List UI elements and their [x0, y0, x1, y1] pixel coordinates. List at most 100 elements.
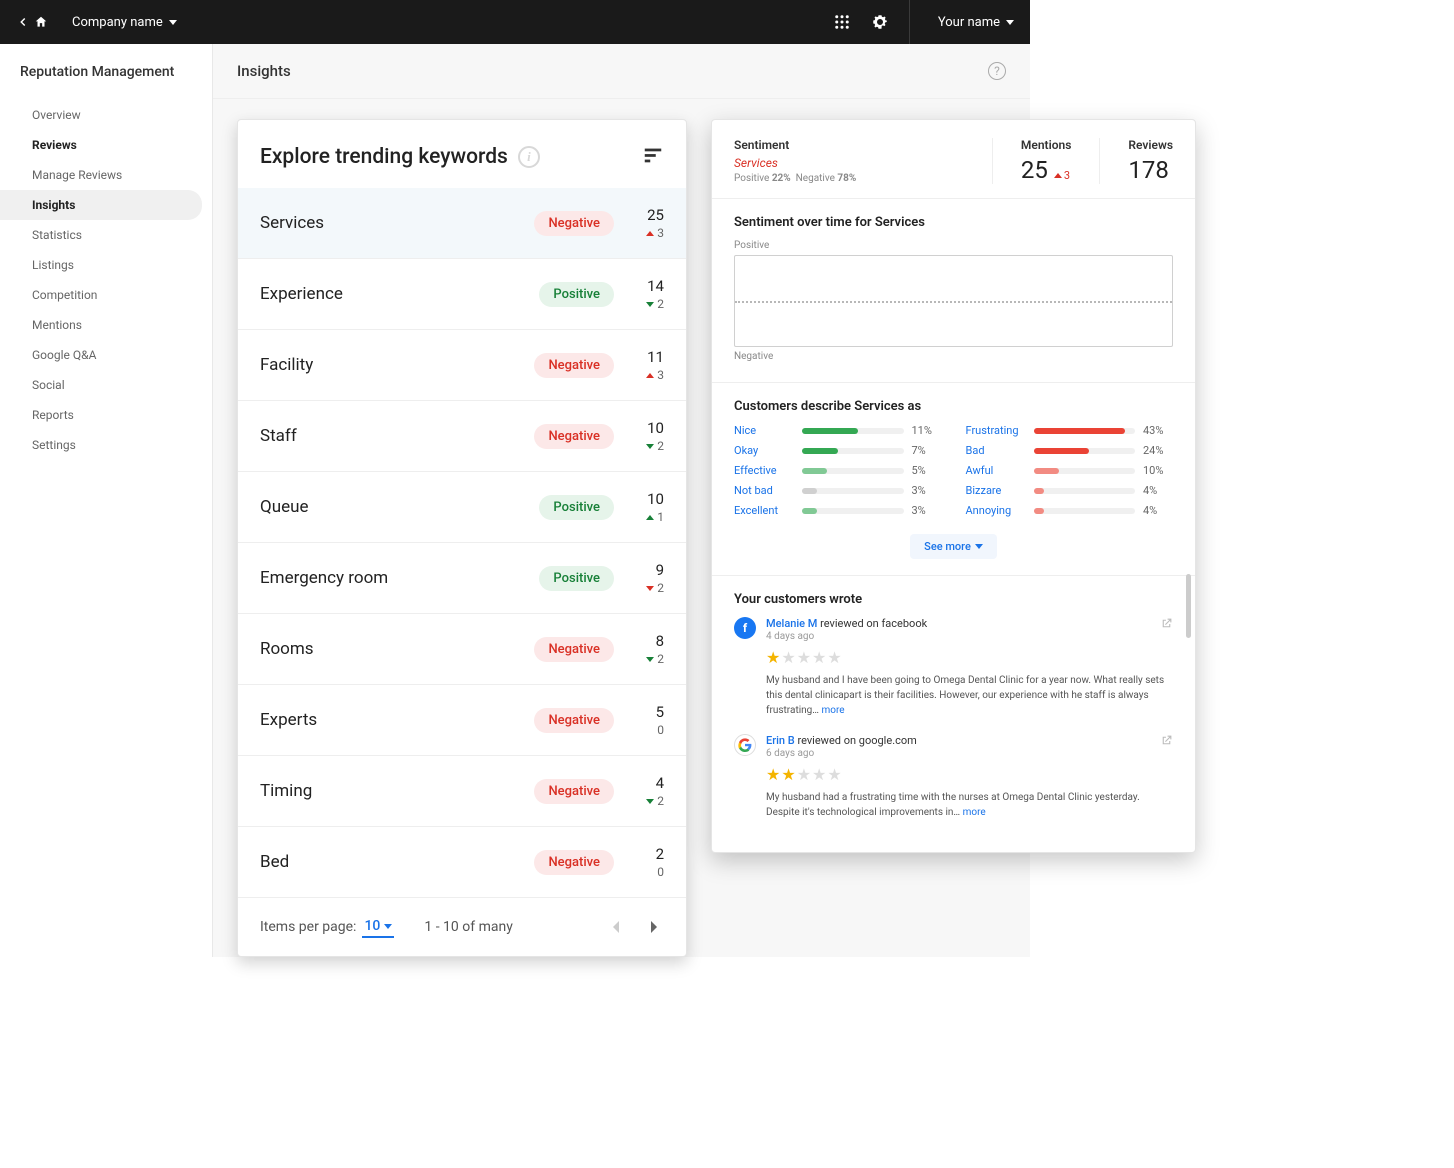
back-icon[interactable] — [16, 15, 30, 29]
external-link-icon[interactable] — [1160, 617, 1173, 630]
keyword-stats: 253 — [632, 206, 664, 240]
keyword-count: 4 — [632, 774, 664, 792]
sidebar-item-overview[interactable]: Overview — [0, 100, 212, 130]
topbar: Company name Your name — [0, 0, 1030, 44]
sidebar-item-insights[interactable]: Insights — [0, 190, 202, 220]
sidebar-item-mentions[interactable]: Mentions — [0, 310, 212, 340]
describe-bar — [1034, 428, 1136, 434]
describe-word[interactable]: Awful — [966, 464, 1026, 477]
describe-word[interactable]: Bad — [966, 444, 1026, 457]
keyword-count: 8 — [632, 632, 664, 650]
keyword-row[interactable]: QueuePositive101 — [238, 472, 686, 543]
keyword-row[interactable]: FacilityNegative113 — [238, 330, 686, 401]
describe-bar — [1034, 468, 1136, 474]
keywords-footer: Items per page: 10 1 - 10 of many — [238, 898, 686, 956]
reviewer-name[interactable]: Melanie M — [766, 617, 817, 630]
describe-word[interactable]: Bizzare — [966, 484, 1026, 497]
keyword-trend: 2 — [632, 794, 664, 808]
sentiment-badge: Negative — [534, 708, 614, 733]
keyword-trend: 2 — [632, 652, 664, 666]
keyword-count: 5 — [632, 703, 664, 721]
keyword-row[interactable]: ExperiencePositive142 — [238, 259, 686, 330]
keyword-name: Experience — [260, 284, 539, 304]
sort-icon[interactable] — [642, 144, 664, 170]
keyword-row[interactable]: StaffNegative102 — [238, 401, 686, 472]
sentiment-badge: Negative — [534, 779, 614, 804]
star-icon: ★ — [766, 648, 780, 667]
more-link[interactable]: more — [960, 807, 986, 818]
sidebar-item-social[interactable]: Social — [0, 370, 212, 400]
sidebar-item-reviews[interactable]: Reviews — [0, 130, 212, 160]
star-icon: ★ — [812, 648, 826, 667]
describe-row: Nice11% — [734, 424, 942, 437]
describe-word[interactable]: Not bad — [734, 484, 794, 497]
gear-icon[interactable] — [871, 13, 889, 31]
pager-next[interactable] — [644, 917, 664, 937]
company-name: Company name — [72, 15, 163, 30]
sentiment-badge: Positive — [539, 282, 614, 307]
describe-row: Okay7% — [734, 444, 942, 457]
sidebar-title: Reputation Management — [0, 64, 212, 100]
apps-icon[interactable] — [833, 13, 851, 31]
home-icon[interactable] — [34, 15, 48, 29]
keyword-trend: 2 — [632, 439, 664, 453]
pager-range: 1 - 10 of many — [424, 919, 512, 935]
describe-row: Bad 24% — [966, 444, 1174, 457]
describe-word[interactable]: Annoying — [966, 504, 1026, 517]
see-more-button[interactable]: See more — [910, 534, 997, 559]
wrote-title: Your customers wrote — [734, 592, 1173, 607]
keyword-row[interactable]: ExpertsNegative50 — [238, 685, 686, 756]
chart-title: Sentiment over time for Services — [734, 215, 1173, 230]
keyword-count: 25 — [632, 206, 664, 224]
main: Insights ? Explore trending keywords i S… — [213, 44, 1030, 957]
reviews-label: Reviews — [1128, 138, 1173, 152]
sidebar-item-settings[interactable]: Settings — [0, 430, 212, 460]
sidebar-item-statistics[interactable]: Statistics — [0, 220, 212, 250]
sentiment-col: Sentiment Services Positive 22% Negative… — [734, 138, 964, 184]
keyword-stats: 113 — [632, 348, 664, 382]
describe-row: Frustrating43% — [966, 424, 1174, 437]
describe-word[interactable]: Okay — [734, 444, 794, 457]
keyword-count: 11 — [632, 348, 664, 366]
keyword-row[interactable]: ServicesNegative253 — [238, 188, 686, 259]
describe-word[interactable]: Excellent — [734, 504, 794, 517]
mentions-label: Mentions — [1021, 138, 1071, 152]
describe-row: Not bad3% — [734, 484, 942, 497]
info-icon[interactable]: i — [518, 146, 540, 168]
sidebar-item-google-q&a[interactable]: Google Q&A — [0, 340, 212, 370]
chevron-down-icon — [169, 20, 177, 25]
pager-prev[interactable] — [606, 917, 626, 937]
keyword-name: Rooms — [260, 639, 534, 659]
describe-word[interactable]: Nice — [734, 424, 794, 437]
chart-section: Sentiment over time for Services Positiv… — [712, 199, 1195, 383]
external-link-icon[interactable] — [1160, 734, 1173, 747]
describe-pct: 4% — [1143, 484, 1173, 497]
describe-pct: 4% — [1143, 504, 1173, 517]
sidebar-item-reports[interactable]: Reports — [0, 400, 212, 430]
help-icon[interactable]: ? — [988, 62, 1006, 80]
keyword-row[interactable]: BedNegative20 — [238, 827, 686, 898]
review-byline: Melanie M reviewed on facebook — [766, 617, 1150, 630]
describe-word[interactable]: Effective — [734, 464, 794, 477]
keyword-row[interactable]: RoomsNegative82 — [238, 614, 686, 685]
user-dropdown[interactable]: Your name — [909, 0, 1014, 44]
keyword-row[interactable]: Emergency roomPositive92 — [238, 543, 686, 614]
keyword-row[interactable]: TimingNegative42 — [238, 756, 686, 827]
more-link[interactable]: more — [819, 705, 845, 716]
sentiment-badge: Negative — [534, 424, 614, 449]
describe-word[interactable]: Frustrating — [966, 424, 1026, 437]
describe-pct: 24% — [1143, 444, 1173, 457]
keyword-name: Services — [260, 213, 534, 233]
scrollbar[interactable] — [1186, 574, 1191, 638]
describe-title: Customers describe Services as — [734, 399, 1173, 414]
reviews-value: 178 — [1128, 156, 1173, 184]
items-per-page-select[interactable]: 10 — [362, 916, 394, 938]
star-rating: ★★★★★ — [766, 648, 1173, 667]
sidebar-item-competition[interactable]: Competition — [0, 280, 212, 310]
sidebar-item-manage-reviews[interactable]: Manage Reviews — [0, 160, 212, 190]
company-dropdown[interactable]: Company name — [72, 15, 177, 30]
reviewer-name[interactable]: Erin B — [766, 734, 795, 747]
sidebar-item-listings[interactable]: Listings — [0, 250, 212, 280]
describe-section: Customers describe Services as Nice11% Ok… — [712, 383, 1195, 576]
describe-bar — [802, 488, 904, 494]
